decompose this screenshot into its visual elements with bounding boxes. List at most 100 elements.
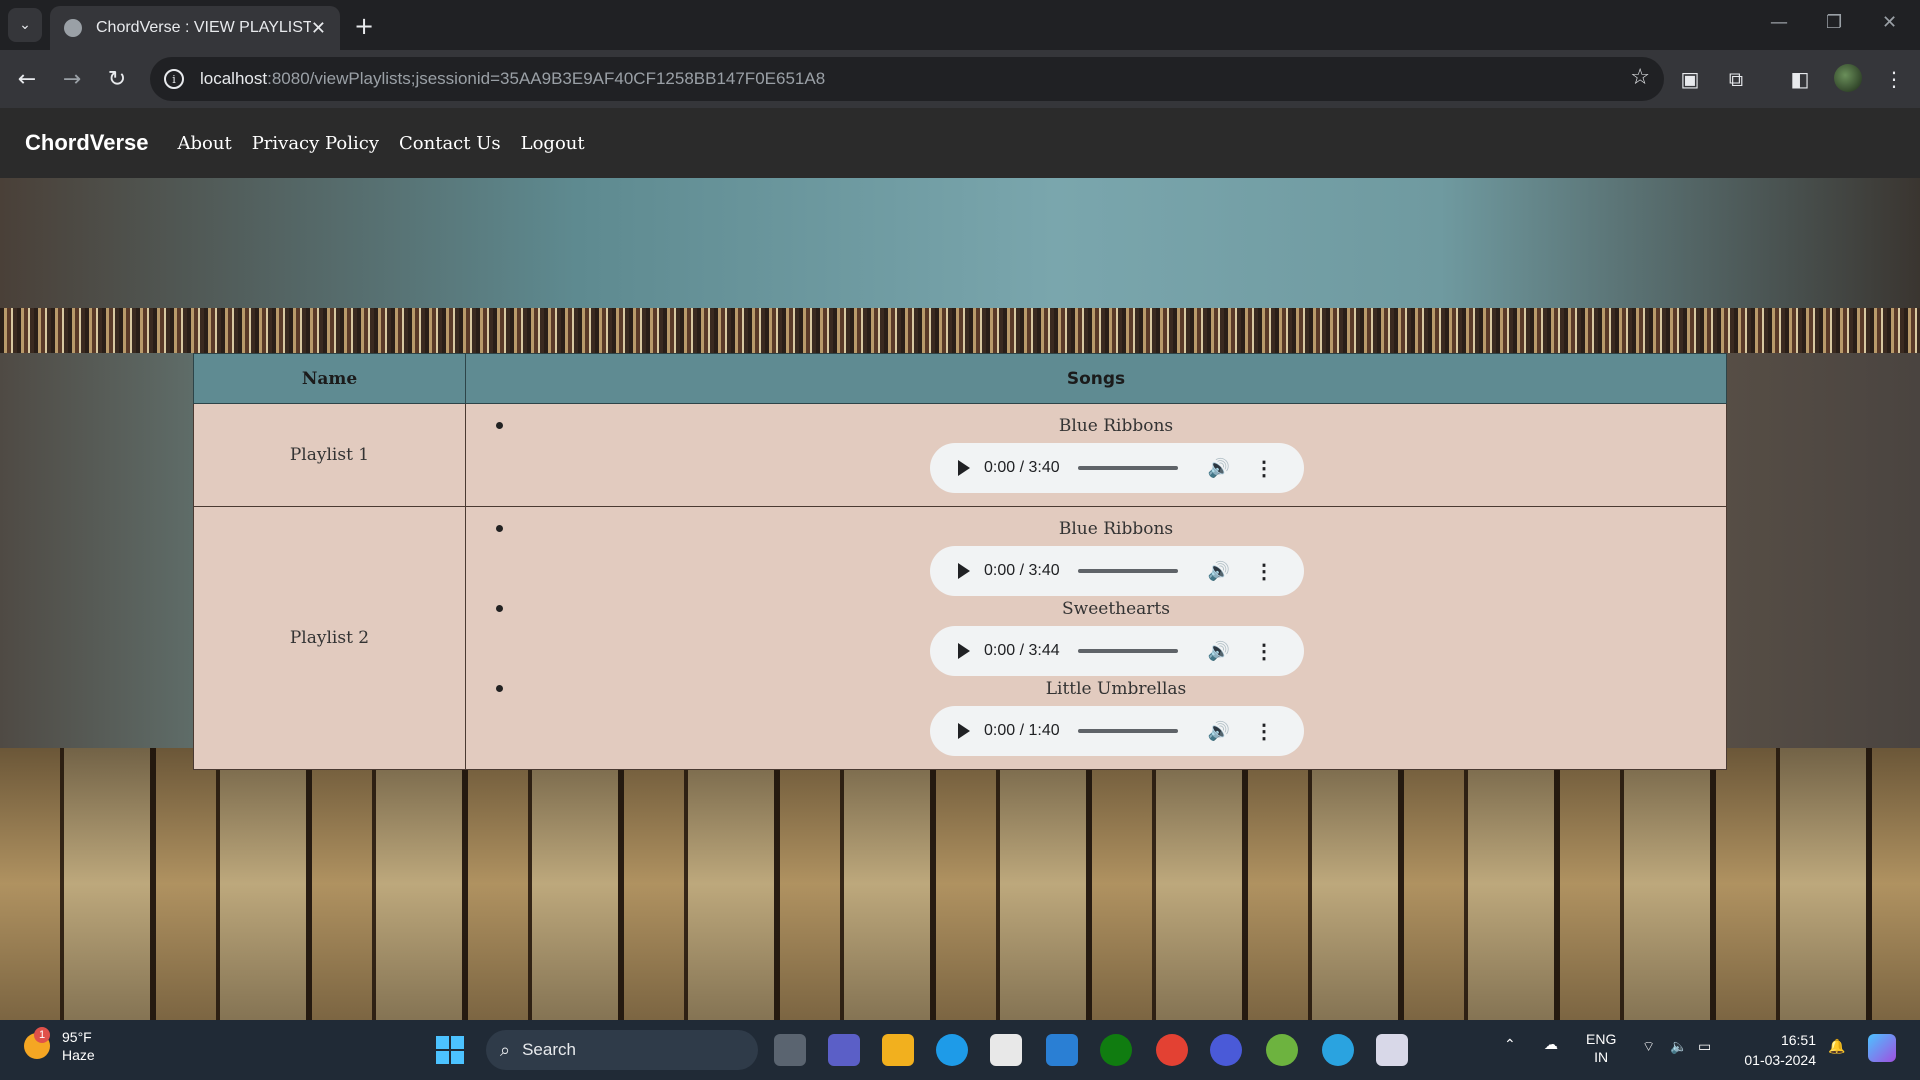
snipping-tool-icon[interactable] (1376, 1034, 1408, 1066)
playlist-name: Playlist 2 (193, 506, 466, 770)
windows-taskbar: 1 95°F Haze ⌕ Search ⌃ ☁ ENG IN ⌔ 🔈 ▭ 16… (0, 1020, 1920, 1080)
notification-badge: 1 (34, 1027, 50, 1043)
puzzle-icon[interactable]: ⧉ (1720, 63, 1752, 95)
nav-about[interactable]: About (178, 133, 232, 154)
clock-date: 01-03-2024 (1744, 1052, 1816, 1068)
notification-bell-icon[interactable]: 🔔 (1828, 1038, 1845, 1055)
song-item: Sweethearts 0:00 / 3:44 🔊 ⋮ (466, 599, 1726, 679)
song-list: Blue Ribbons 0:00 / 3:40 🔊 ⋮ (466, 519, 1726, 759)
teams-icon[interactable] (828, 1034, 860, 1066)
xbox-icon[interactable] (1100, 1034, 1132, 1066)
table-row: Playlist 2 Blue Ribbons 0:00 / 3:40 � (193, 506, 1727, 770)
volume-icon[interactable]: 🔊 (1208, 458, 1230, 479)
active-tab[interactable]: ChordVerse : VIEW PLAYLISTS ✕ (50, 6, 340, 50)
song-item: Blue Ribbons 0:00 / 3:40 🔊 ⋮ (466, 416, 1726, 496)
spring-tool-icon[interactable] (1266, 1034, 1298, 1066)
audio-time: 0:00 / 3:40 (984, 459, 1060, 476)
copilot-icon[interactable] (1868, 1034, 1896, 1062)
side-panel-icon[interactable]: ◧ (1784, 63, 1816, 95)
volume-icon[interactable]: 🔊 (1208, 721, 1230, 742)
header-name: Name (193, 353, 466, 404)
weather-desc: Haze (62, 1047, 95, 1063)
browser-toolbar: ← → ↻ i localhost:8080/viewPlaylists;jse… (0, 50, 1920, 108)
speaker-icon[interactable]: 🔈 (1670, 1038, 1687, 1055)
telegram-icon[interactable] (1322, 1034, 1354, 1066)
tab-search-button[interactable]: ⌄ (8, 8, 42, 42)
audio-player[interactable]: 0:00 / 3:44 🔊 ⋮ (930, 626, 1304, 676)
store-icon[interactable] (990, 1034, 1022, 1066)
more-options-icon[interactable]: ⋮ (1254, 719, 1274, 744)
bookmark-star-icon[interactable]: ☆ (1630, 65, 1650, 90)
audio-progress-slider[interactable] (1077, 649, 1178, 653)
file-explorer-icon[interactable] (882, 1034, 914, 1066)
url-host: localhost (200, 69, 268, 88)
restore-icon[interactable]: ❐ (1826, 12, 1842, 33)
volume-icon[interactable]: 🔊 (1208, 561, 1230, 582)
weather-sun-icon: 1 (24, 1027, 50, 1059)
playlists-table: Name Songs Playlist 1 Blue Ribbons 0:00 … (193, 353, 1727, 770)
battery-icon[interactable]: ▭ (1698, 1038, 1711, 1055)
audio-player[interactable]: 0:00 / 3:40 🔊 ⋮ (930, 546, 1304, 596)
onedrive-cloud-icon[interactable]: ☁ (1544, 1036, 1558, 1053)
song-title: Little Umbrellas (1045, 679, 1187, 699)
audio-progress-slider[interactable] (1077, 729, 1178, 733)
song-title: Sweethearts (1062, 599, 1170, 619)
audio-time: 0:00 / 3:40 (984, 562, 1060, 579)
playlist-name: Playlist 1 (193, 403, 466, 507)
header-songs: Songs (465, 353, 1727, 404)
taskbar-clock[interactable]: 16:51 01-03-2024 (1736, 1030, 1816, 1070)
audio-progress-slider[interactable] (1077, 569, 1178, 573)
close-window-icon[interactable]: ✕ (1882, 12, 1897, 33)
profile-avatar[interactable] (1834, 64, 1862, 92)
menu-kebab-icon[interactable]: ⋮ (1878, 63, 1910, 95)
weather-widget[interactable]: 1 95°F Haze (24, 1027, 95, 1064)
lang-top: ENG (1586, 1031, 1617, 1047)
audio-player[interactable]: 0:00 / 1:40 🔊 ⋮ (930, 706, 1304, 756)
more-options-icon[interactable]: ⋮ (1254, 456, 1274, 481)
chrome-icon[interactable] (1156, 1034, 1188, 1066)
more-options-icon[interactable]: ⋮ (1254, 559, 1274, 584)
site-navbar: ChordVerse About Privacy Policy Contact … (0, 108, 1920, 178)
back-icon[interactable]: ← (10, 62, 44, 96)
language-indicator[interactable]: ENG IN (1586, 1030, 1616, 1066)
more-options-icon[interactable]: ⋮ (1254, 639, 1274, 664)
search-icon: ⌕ (500, 1039, 511, 1060)
url-path: :8080/viewPlaylists;jsessionid=35AA9B3E9… (267, 69, 826, 88)
nav-contact-us[interactable]: Contact Us (399, 133, 501, 154)
weather-temp: 95°F (62, 1029, 92, 1045)
brand-logo[interactable]: ChordVerse (25, 130, 149, 156)
tab-title: ChordVerse : VIEW PLAYLISTS (96, 19, 311, 36)
song-list: Blue Ribbons 0:00 / 3:40 🔊 ⋮ (466, 416, 1726, 496)
task-view-icon[interactable] (774, 1034, 806, 1066)
address-bar[interactable]: i localhost:8080/viewPlaylists;jsessioni… (150, 57, 1664, 101)
song-title: Blue Ribbons (1058, 416, 1174, 436)
mail-icon[interactable] (1046, 1034, 1078, 1066)
lang-bottom: IN (1594, 1049, 1609, 1065)
forward-icon[interactable]: → (55, 62, 89, 96)
reload-icon[interactable]: ↻ (100, 62, 134, 96)
minimize-icon[interactable]: — (1770, 12, 1788, 33)
edge-icon[interactable] (936, 1034, 968, 1066)
song-item: Blue Ribbons 0:00 / 3:40 🔊 ⋮ (466, 519, 1726, 599)
play-icon[interactable] (958, 723, 970, 739)
taskbar-search[interactable]: ⌕ Search (486, 1030, 758, 1070)
play-icon[interactable] (958, 563, 970, 579)
url-text[interactable]: localhost:8080/viewPlaylists;jsessionid=… (200, 69, 825, 89)
site-info-icon[interactable]: i (164, 69, 184, 89)
wifi-icon[interactable]: ⌔ (1642, 1038, 1655, 1056)
audio-player[interactable]: 0:00 / 3:40 🔊 ⋮ (930, 443, 1304, 493)
nav-privacy-policy[interactable]: Privacy Policy (252, 133, 379, 154)
volume-icon[interactable]: 🔊 (1208, 641, 1230, 662)
new-tab-icon[interactable]: + (354, 12, 374, 40)
audio-time: 0:00 / 3:44 (984, 642, 1060, 659)
play-icon[interactable] (958, 460, 970, 476)
nav-logout[interactable]: Logout (521, 133, 585, 154)
play-icon[interactable] (958, 643, 970, 659)
vpn-app-icon[interactable] (1210, 1034, 1242, 1066)
extension-icon[interactable]: ▣ (1674, 63, 1706, 95)
audio-progress-slider[interactable] (1077, 466, 1178, 470)
windows-start-icon[interactable] (436, 1036, 464, 1064)
chevron-up-icon[interactable]: ⌃ (1504, 1036, 1516, 1053)
record-store-background: Name Songs Playlist 1 Blue Ribbons 0:00 … (0, 178, 1920, 1020)
close-tab-icon[interactable]: ✕ (311, 18, 326, 39)
